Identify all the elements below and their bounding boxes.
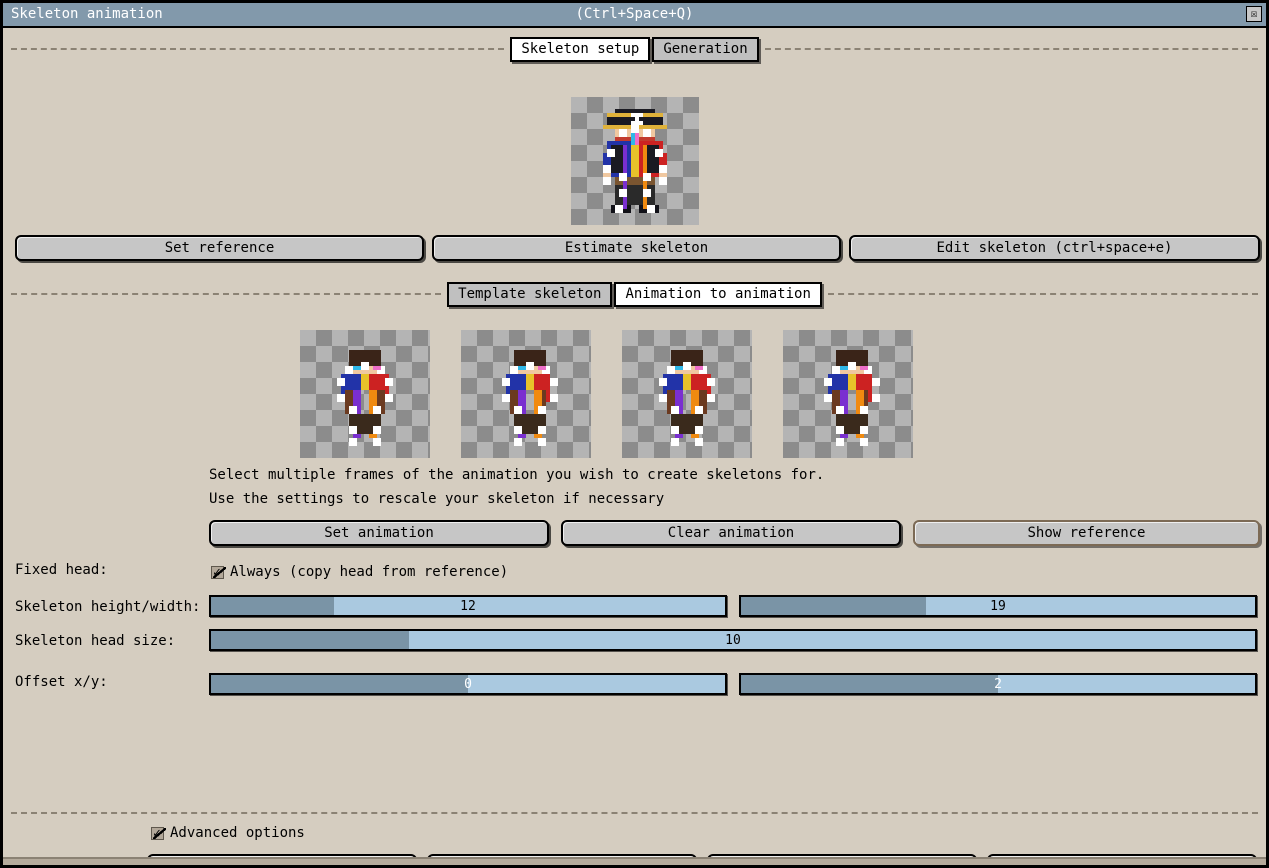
checkbox-icon-fixed-head[interactable]: ✓ [211, 565, 224, 579]
divider-left-2 [11, 293, 442, 295]
footer-divider [11, 812, 1258, 814]
set-animation-button[interactable]: Set animation [209, 520, 549, 546]
bottom-strip [3, 857, 1266, 865]
advanced-options-label: Advanced options [170, 825, 305, 841]
checkbox-icon-advanced-options[interactable]: ✓ [151, 826, 164, 840]
instruction-line-1: Select multiple frames of the animation … [209, 467, 825, 483]
titlebar: Skeleton animation (Ctrl+Space+Q) ☒ [3, 3, 1266, 28]
fixed-head-label: Fixed head: [15, 562, 108, 578]
fixed-head-option-label: Always (copy head from reference) [230, 564, 509, 580]
fixed-head-always-option[interactable]: ✓ Always (copy head from reference) [211, 564, 508, 580]
window-title: Skeleton animation [11, 6, 163, 22]
slider-fill [741, 597, 927, 615]
skeleton-head-size-label: Skeleton head size: [15, 633, 176, 649]
frame-sprite-4 [824, 350, 880, 446]
animation-frame-1[interactable] [300, 330, 430, 458]
edit-skeleton-button[interactable]: Edit skeleton (ctrl+space+e) [849, 235, 1260, 261]
slider-offset-y[interactable]: 2 [739, 673, 1257, 695]
slider-fill [211, 631, 410, 649]
close-icon[interactable]: ☒ [1246, 6, 1262, 22]
window-shortcut-hint: (Ctrl+Space+Q) [575, 6, 694, 22]
top-tab-row: Skeleton setup Generation [11, 36, 1258, 62]
tab-generation[interactable]: Generation [652, 36, 759, 62]
pirate-reference-sprite [603, 109, 667, 213]
slider-skeleton-head-size[interactable]: 10 [209, 629, 1257, 651]
content-area: Skeleton setup Generation Set reference … [3, 28, 1266, 865]
tab-skeleton-setup[interactable]: Skeleton setup [510, 36, 651, 62]
slider-fill [741, 675, 998, 693]
tab-template-skeleton[interactable]: Template skeleton [447, 281, 613, 307]
instruction-line-2: Use the settings to rescale your skeleto… [209, 491, 665, 507]
reference-sprite-preview[interactable] [571, 97, 699, 225]
tab-animation-to-animation[interactable]: Animation to animation [614, 281, 822, 307]
estimate-skeleton-button[interactable]: Estimate skeleton [432, 235, 841, 261]
frame-sprite-1 [337, 350, 393, 446]
slider-offset-x[interactable]: 0 [209, 673, 727, 695]
skeleton-animation-window: Skeleton animation (Ctrl+Space+Q) ☒ Skel… [0, 0, 1269, 868]
mode-tab-row: Template skeleton Animation to animation [11, 281, 1259, 307]
show-reference-button[interactable]: Show reference [913, 520, 1260, 546]
advanced-options-toggle[interactable]: ✓ Advanced options [151, 825, 305, 841]
animation-frame-2[interactable] [461, 330, 591, 458]
skeleton-height-width-label: Skeleton height/width: [15, 599, 201, 615]
slider-fill [211, 675, 468, 693]
clear-animation-button[interactable]: Clear animation [561, 520, 901, 546]
slider-fill [211, 597, 335, 615]
animation-frame-3[interactable] [622, 330, 752, 458]
frame-sprite-3 [659, 350, 715, 446]
frame-sprite-2 [502, 350, 558, 446]
divider-right-2 [827, 293, 1259, 295]
set-reference-button[interactable]: Set reference [15, 235, 424, 261]
top-tabgroup: Skeleton setup Generation [510, 36, 759, 62]
divider-left [11, 48, 505, 50]
offset-xy-label: Offset x/y: [15, 674, 108, 690]
animation-frame-4[interactable] [783, 330, 913, 458]
mode-tabgroup: Template skeleton Animation to animation [447, 281, 822, 307]
slider-skeleton-height[interactable]: 12 [209, 595, 727, 617]
divider-right [764, 48, 1258, 50]
slider-skeleton-width[interactable]: 19 [739, 595, 1257, 617]
